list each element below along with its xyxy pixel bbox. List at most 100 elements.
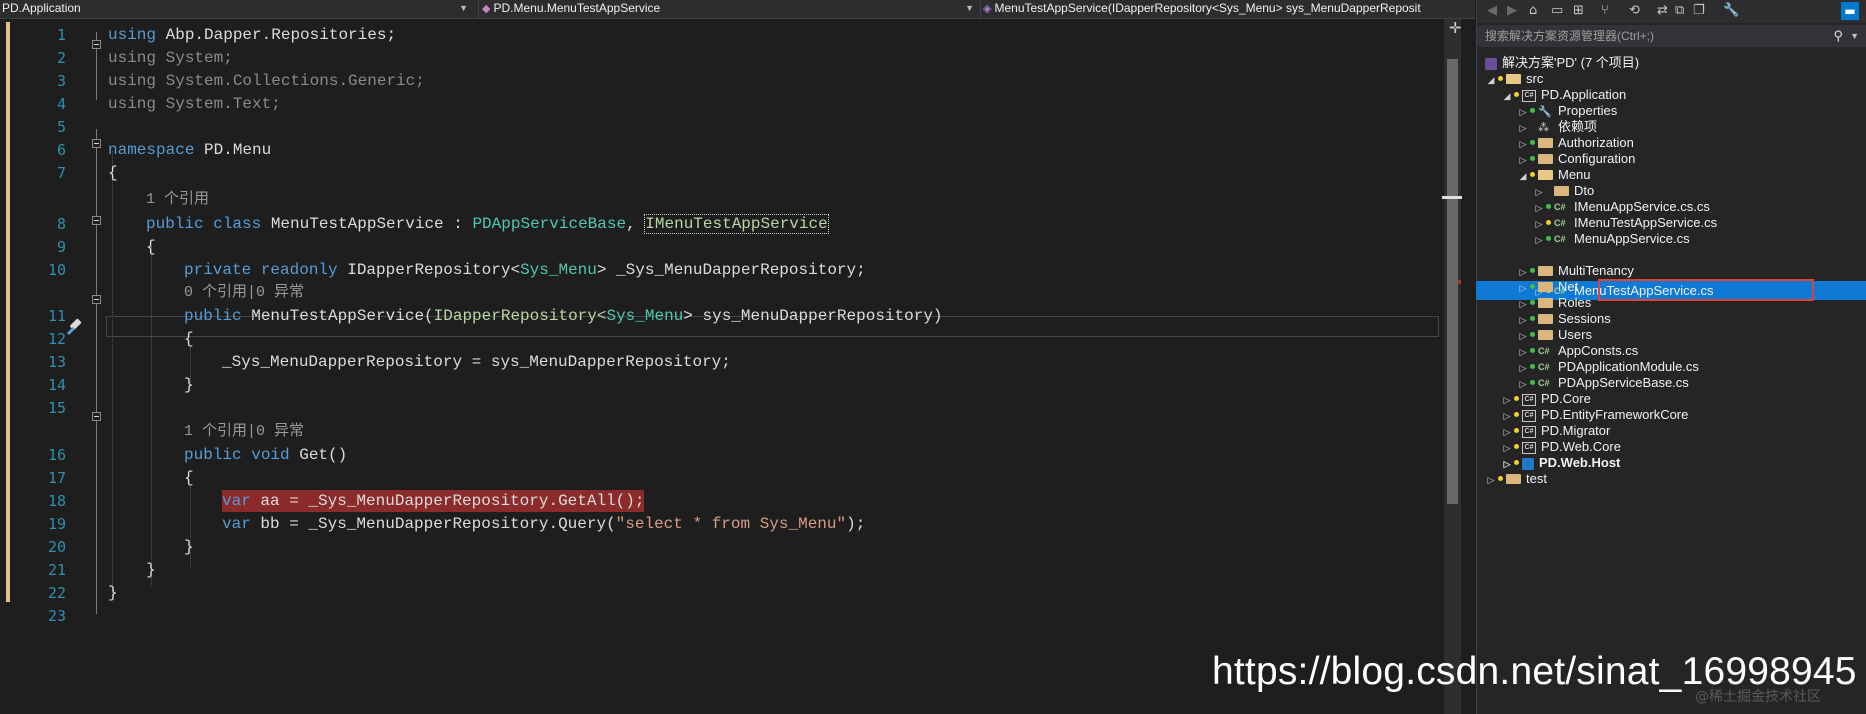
code-text: public MenuTestAppService(IDapperReposit… xyxy=(184,307,943,325)
line-number: 19 xyxy=(47,515,66,533)
code-line: 12 { xyxy=(0,328,1440,350)
tree-item-test[interactable]: ▷ test xyxy=(1485,469,1547,488)
csharp-file-icon: C# xyxy=(1538,377,1550,388)
code-line: 15 xyxy=(0,397,1440,419)
folder-icon xyxy=(1538,137,1553,148)
code-text: { xyxy=(146,238,156,256)
csharp-file-icon: C# xyxy=(1554,201,1566,212)
line-number: 23 xyxy=(47,607,66,625)
class-path: PD.Menu.MenuTestAppService xyxy=(493,1,661,15)
solution-search-box[interactable]: 搜索解决方案资源管理器(Ctrl+;) ⚲ ▼ xyxy=(1477,25,1866,47)
codelens-row: 1 个引用 xyxy=(0,189,1440,211)
forward-icon[interactable]: ▶ xyxy=(1507,3,1517,19)
dependencies-icon: ⁂ xyxy=(1538,121,1549,134)
code-text: var bb = _Sys_MenuDapperRepository.Query… xyxy=(222,515,866,533)
code-text: } xyxy=(108,584,118,602)
csharp-project-icon: C# xyxy=(1522,441,1536,454)
switch-views-icon[interactable]: ▭ xyxy=(1551,3,1563,19)
line-number: 6 xyxy=(56,141,66,159)
chevron-down-icon: ▼ xyxy=(459,3,468,13)
scrollbar-thumb[interactable] xyxy=(1447,59,1458,504)
code-editor[interactable]: 1 using Abp.Dapper.Repositories; 2 using… xyxy=(0,19,1440,714)
class-dropdown[interactable]: ◆ PD.Menu.MenuTestAppService ▼ xyxy=(482,0,978,18)
back-icon[interactable]: ◀ xyxy=(1487,3,1497,19)
code-line: 16 public void Get() xyxy=(0,444,1440,466)
watermark-faint: @稀土掘金技术社区 xyxy=(1695,689,1821,705)
csharp-project-icon: C# xyxy=(1522,89,1536,102)
vertical-scrollbar[interactable] xyxy=(1444,19,1461,714)
line-number: 14 xyxy=(47,376,66,394)
codelens-references[interactable]: 0 个引用|0 异常 xyxy=(184,282,304,304)
project-dropdown[interactable]: PD.Application ▼ xyxy=(2,0,472,18)
code-line: 5 xyxy=(0,116,1440,138)
line-number: 16 xyxy=(47,446,66,464)
preview-selected-icon[interactable]: ▬ xyxy=(1841,2,1859,20)
csharp-file-icon: C# xyxy=(1538,345,1550,356)
code-text: } xyxy=(184,538,194,556)
line-number: 17 xyxy=(47,469,66,487)
codelens-references[interactable]: 1 个引用|0 异常 xyxy=(184,421,304,443)
history-icon[interactable]: ⟲ xyxy=(1629,3,1640,19)
expanded-arrow-icon[interactable]: ◢ xyxy=(1485,71,1497,90)
search-icon[interactable]: ⚲ xyxy=(1833,25,1843,47)
code-text: _Sys_MenuDapperRepository = sys_MenuDapp… xyxy=(222,353,731,371)
code-text: } xyxy=(184,376,194,394)
chevron-down-icon: ▼ xyxy=(965,3,974,13)
line-number: 18 xyxy=(47,492,66,510)
pending-changes-icon[interactable]: ⊞ xyxy=(1573,3,1584,19)
method-icon: ◈ xyxy=(983,3,992,15)
line-number: 11 xyxy=(47,307,66,325)
code-line: 6 namespace PD.Menu xyxy=(0,139,1440,161)
line-number: 21 xyxy=(47,561,66,579)
folder-open-icon xyxy=(1506,73,1521,84)
code-line: 10 private readonly IDapperRepository<Sy… xyxy=(0,259,1440,281)
expanded-arrow-icon[interactable]: ◢ xyxy=(1517,167,1529,186)
collapsed-arrow-icon[interactable]: ▷ xyxy=(1533,231,1545,250)
line-number: 4 xyxy=(56,95,66,113)
codelens-row: 1 个引用|0 异常 xyxy=(0,421,1440,443)
line-number: 3 xyxy=(56,72,66,90)
folder-open-icon xyxy=(1538,169,1553,180)
split-window-icon[interactable]: ✛ xyxy=(1449,19,1462,37)
chevron-down-icon[interactable]: ▼ xyxy=(1850,25,1859,47)
csharp-project-icon: C# xyxy=(1522,425,1536,438)
code-text: using System; xyxy=(108,49,233,67)
code-line: 7 { xyxy=(0,162,1440,184)
expanded-arrow-icon[interactable]: ◢ xyxy=(1501,87,1513,106)
code-line: 11 public MenuTestAppService(IDapperRepo… xyxy=(0,305,1440,327)
tree-item-file[interactable]: ▷ C# MenuAppService.cs xyxy=(1533,229,1690,248)
folder-icon xyxy=(1538,265,1553,276)
home-icon[interactable]: ⌂ xyxy=(1529,3,1537,19)
search-placeholder: 搜索解决方案资源管理器(Ctrl+;) xyxy=(1485,29,1654,43)
code-text: using Abp.Dapper.Repositories; xyxy=(108,26,397,44)
collapse-all-icon[interactable]: ⧉ xyxy=(1675,3,1684,19)
code-text: private readonly IDapperRepository<Sys_M… xyxy=(184,261,866,279)
code-line: 20 } xyxy=(0,536,1440,558)
code-line: 2 using System; xyxy=(0,47,1440,69)
collapsed-arrow-icon[interactable]: ▷ xyxy=(1485,471,1497,490)
sync-icon[interactable]: ⇄ xyxy=(1657,3,1668,19)
solution-explorer-toolbar: ◀ ▶ ⌂ ▭ ⊞ ⑂ ⟲ ⇄ ⧉ ❐ 🔧 ▬ xyxy=(1477,0,1866,23)
code-text: { xyxy=(108,164,118,182)
codelens-references[interactable]: 1 个引用 xyxy=(146,189,209,211)
web-project-icon xyxy=(1522,457,1534,470)
show-all-files-icon[interactable]: ❐ xyxy=(1693,3,1705,19)
properties-wrench-icon[interactable]: 🔧 xyxy=(1723,3,1739,19)
csharp-file-icon: C# xyxy=(1554,217,1566,228)
line-number: 10 xyxy=(47,261,66,279)
class-icon: ◆ xyxy=(482,3,491,15)
wrench-icon: 🔧 xyxy=(1538,105,1552,118)
member-dropdown[interactable]: ◈ MenuTestAppService(IDapperRepository<Sy… xyxy=(983,0,1475,18)
code-line: 3 using System.Collections.Generic; xyxy=(0,70,1440,92)
code-line: 9 { xyxy=(0,236,1440,258)
solution-explorer: ◀ ▶ ⌂ ▭ ⊞ ⑂ ⟲ ⇄ ⧉ ❐ 🔧 ▬ 搜索解决方案资源管理器(Ctrl… xyxy=(1476,0,1866,714)
line-number: 8 xyxy=(56,215,66,233)
code-line: 18 var aa = _Sys_MenuDapperRepository.Ge… xyxy=(0,490,1440,512)
code-line: 23 xyxy=(0,605,1440,627)
code-line: 17 { xyxy=(0,467,1440,489)
folder-icon xyxy=(1538,313,1553,324)
code-line: 4 using System.Text; xyxy=(0,93,1440,115)
code-line: 21 } xyxy=(0,559,1440,581)
code-line: 22 } xyxy=(0,582,1440,604)
git-icon[interactable]: ⑂ xyxy=(1601,3,1609,19)
